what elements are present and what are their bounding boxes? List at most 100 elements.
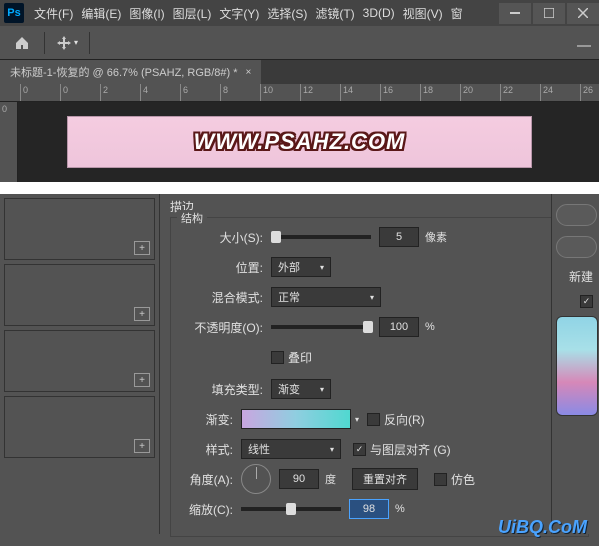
overprint-checkbox[interactable] [271, 351, 284, 364]
home-icon[interactable] [8, 29, 36, 57]
gradient-swatch[interactable] [241, 409, 351, 429]
menubar: Ps 文件(F) 编辑(E) 图像(I) 图层(L) 文字(Y) 选择(S) 滤… [0, 0, 599, 26]
menu-filter[interactable]: 滤镜(T) [311, 5, 358, 22]
position-label: 位置: [183, 259, 263, 276]
overprint-label: 叠印 [288, 349, 312, 366]
gradient-label: 渐变: [183, 411, 233, 428]
angle-control[interactable] [241, 464, 271, 494]
separator [89, 32, 90, 54]
ruler-mark: 6 [180, 84, 188, 102]
plus-icon[interactable]: + [134, 373, 150, 387]
panel-title: 描边 [170, 198, 589, 215]
scale-unit: % [395, 503, 405, 515]
menu-layer[interactable]: 图层(L) [169, 5, 216, 22]
size-input[interactable] [379, 227, 419, 247]
align-label: 与图层对齐 (G) [370, 441, 451, 458]
minimize-button[interactable] [499, 3, 531, 24]
reverse-label: 反向(R) [384, 411, 425, 428]
ruler-mark: 14 [340, 84, 353, 102]
ruler-mark: 26 [580, 84, 593, 102]
ruler-mark: 12 [300, 84, 313, 102]
ruler-mark: 22 [500, 84, 513, 102]
opacity-slider[interactable] [271, 325, 371, 329]
toolbar-minimize[interactable] [577, 36, 591, 50]
align-checkbox[interactable]: ✓ [353, 443, 366, 456]
style-row[interactable]: + [4, 264, 155, 326]
canvas-area[interactable]: 0 WWW.PSAHZ.COM [0, 102, 599, 182]
scale-label: 缩放(C): [183, 501, 233, 518]
cancel-button[interactable] [556, 236, 597, 258]
stroke-panel: 描边 结构 大小(S): 像素 位置: 外部▾ 混合模式: 正常▾ 不透明度(O… [160, 194, 599, 534]
menu-image[interactable]: 图像(I) [125, 5, 168, 22]
opacity-unit: % [425, 321, 435, 333]
ok-button[interactable] [556, 204, 597, 226]
style-row[interactable]: + [4, 198, 155, 260]
reverse-checkbox[interactable] [367, 413, 380, 426]
options-bar: ▾ [0, 26, 599, 60]
filltype-dropdown[interactable]: 渐变▾ [271, 379, 331, 399]
style-row[interactable]: + [4, 396, 155, 458]
document-tabs: 未标题-1-恢复的 @ 66.7% (PSAHZ, RGB/8#) * × [0, 60, 599, 84]
angle-label: 角度(A): [183, 471, 233, 488]
size-slider[interactable] [271, 235, 371, 239]
tab-close-icon[interactable]: × [246, 67, 252, 78]
ruler-mark: 20 [460, 84, 473, 102]
menu-file[interactable]: 文件(F) [30, 5, 77, 22]
separator [44, 32, 45, 54]
plus-icon[interactable]: + [134, 439, 150, 453]
size-unit: 像素 [425, 229, 447, 245]
style-list-panel: + + + + [0, 194, 160, 534]
structure-group: 结构 大小(S): 像素 位置: 外部▾ 混合模式: 正常▾ 不透明度(O): … [170, 217, 589, 537]
blend-label: 混合模式: [183, 289, 263, 306]
dialog-right-panel: 新建 ✓ [551, 194, 599, 534]
ruler-mark: 16 [380, 84, 393, 102]
plus-icon[interactable]: + [134, 307, 150, 321]
scale-slider[interactable] [241, 507, 341, 511]
move-tool-icon[interactable]: ▾ [53, 29, 81, 57]
size-label: 大小(S): [183, 229, 263, 246]
ruler-mark: 2 [100, 84, 108, 102]
angle-unit: 度 [325, 471, 336, 487]
watermark: UiBQ.CoM [498, 517, 587, 538]
new-style-label[interactable]: 新建 [556, 268, 597, 285]
style-row[interactable]: + [4, 330, 155, 392]
banner-text: WWW.PSAHZ.COM [194, 129, 406, 155]
opacity-input[interactable] [379, 317, 419, 337]
style-label: 样式: [183, 441, 233, 458]
dither-checkbox[interactable] [434, 473, 447, 486]
menu-view[interactable]: 视图(V) [399, 5, 447, 22]
opacity-label: 不透明度(O): [183, 319, 263, 336]
scale-input[interactable] [349, 499, 389, 519]
preview-thumbnail [556, 316, 598, 416]
ruler-vertical: 0 [0, 102, 18, 182]
filltype-label: 填充类型: [183, 381, 263, 398]
ruler-mark: 4 [140, 84, 148, 102]
ruler-horizontal: 0 0 2 4 6 8 10 12 14 16 18 20 22 24 26 [0, 84, 599, 102]
menu-window[interactable]: 窗 [447, 5, 467, 22]
preview-checkbox[interactable]: ✓ [580, 295, 593, 308]
document-tab[interactable]: 未标题-1-恢复的 @ 66.7% (PSAHZ, RGB/8#) * × [0, 60, 261, 84]
ruler-mark: 8 [220, 84, 228, 102]
menu-edit[interactable]: 编辑(E) [77, 5, 125, 22]
tab-title: 未标题-1-恢复的 @ 66.7% (PSAHZ, RGB/8#) * [10, 64, 238, 80]
plus-icon[interactable]: + [134, 241, 150, 255]
group-label: 结构 [177, 210, 207, 226]
gap [0, 182, 599, 194]
layer-style-dialog: + + + + 描边 结构 大小(S): 像素 位置: 外部▾ 混合模式: 正常… [0, 194, 599, 534]
position-dropdown[interactable]: 外部▾ [271, 257, 331, 277]
menu-3d[interactable]: 3D(D) [359, 6, 399, 20]
menu-type[interactable]: 文字(Y) [215, 5, 263, 22]
maximize-button[interactable] [533, 3, 565, 24]
app-logo: Ps [4, 3, 24, 23]
ruler-mark: 0 [60, 84, 68, 102]
close-button[interactable] [567, 3, 599, 24]
menu-select[interactable]: 选择(S) [263, 5, 311, 22]
style-dropdown[interactable]: 线性▾ [241, 439, 341, 459]
blend-dropdown[interactable]: 正常▾ [271, 287, 381, 307]
angle-input[interactable] [279, 469, 319, 489]
dither-label: 仿色 [451, 471, 475, 488]
ruler-mark: 0 [20, 84, 28, 102]
ruler-mark: 24 [540, 84, 553, 102]
ruler-mark: 10 [260, 84, 273, 102]
reset-align-button[interactable]: 重置对齐 [352, 468, 418, 490]
